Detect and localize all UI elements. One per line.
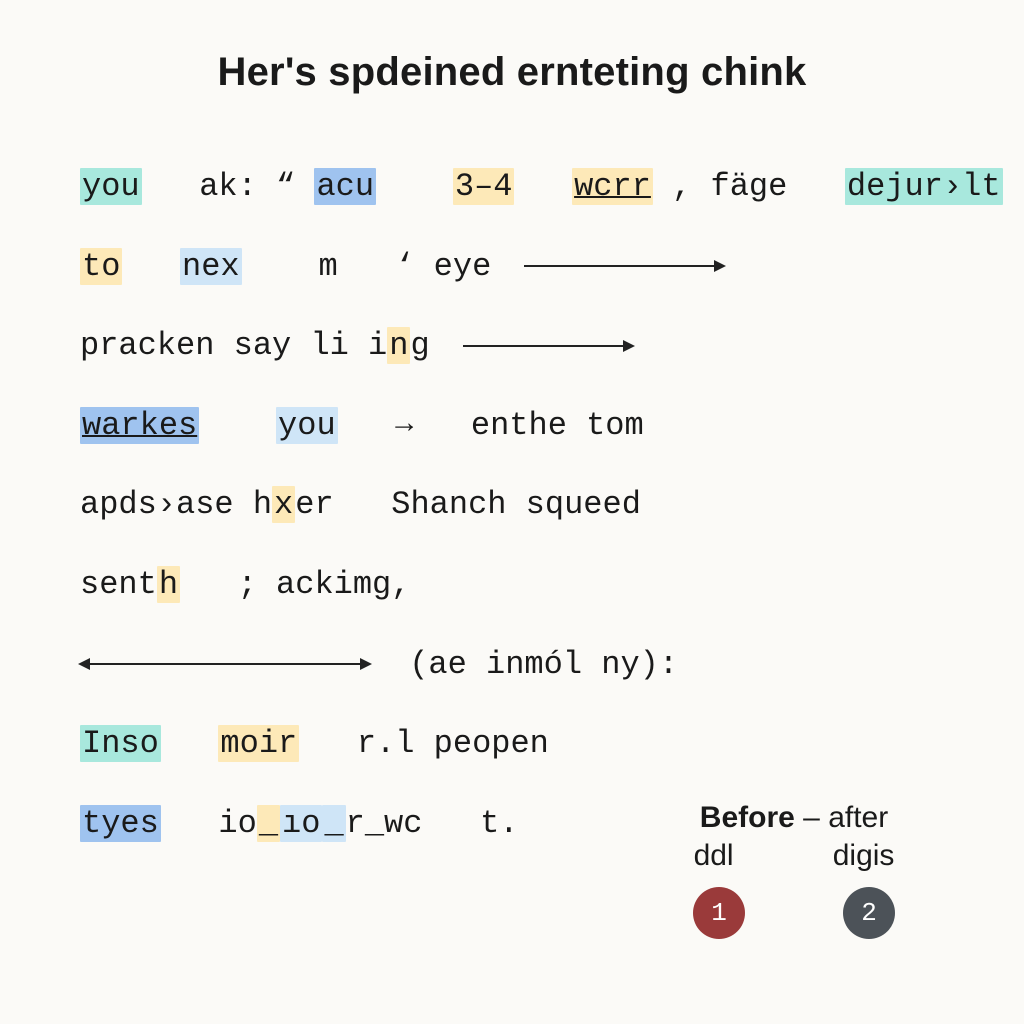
semicolon: ; <box>238 566 257 603</box>
arrow-right-icon <box>463 345 633 347</box>
u2: _ <box>322 805 345 842</box>
legend-after: after <box>828 801 888 834</box>
dot-2: 2 <box>843 887 895 939</box>
line-3: pracken say li ing <box>80 309 944 383</box>
word <box>161 168 180 205</box>
word-wc: wc <box>384 805 422 842</box>
quote-open: “ <box>276 168 295 205</box>
legend-before: Before <box>700 801 795 834</box>
arrow-right-icon <box>524 265 724 267</box>
word-you2: you <box>276 407 338 444</box>
legend-title: Before – after <box>644 801 944 835</box>
word-acu: acu <box>314 168 376 205</box>
hl-n: n <box>387 327 410 364</box>
line-4: warkes you → enthe tom <box>80 389 944 463</box>
word-warkes: warkes <box>80 407 199 444</box>
line-5: apds›ase hxer Shanch squeed <box>80 468 944 542</box>
word-apdsase: apds›ase h <box>80 486 272 523</box>
arrow-bidir-icon <box>80 663 370 665</box>
u1: _ <box>257 805 280 842</box>
line-2: to nex m ‘ eye <box>80 230 944 304</box>
text-body: you ak: “ acu 3–4 wcrr , fäge dejur›lt ”… <box>80 150 944 860</box>
line-8: Inso moir r.l peopen <box>80 707 944 781</box>
word-shanch: Shanch squeed <box>391 486 641 523</box>
word-pracken: pracken say li i <box>80 327 387 364</box>
word-you: you <box>80 168 142 205</box>
word-eye: eye <box>434 248 492 285</box>
legend-left: ddl <box>694 839 734 873</box>
word-g: g <box>410 327 429 364</box>
page-title: Her's spdeined ernteting chink <box>80 50 944 95</box>
paren-text: (ae inmól ny): <box>409 646 678 683</box>
word-rl: r.l peopen <box>357 725 549 762</box>
legend-dash: – <box>803 801 820 834</box>
line-1: you ak: “ acu 3–4 wcrr , fäge dejur›lt ” <box>80 150 944 224</box>
word-nex: nex <box>180 248 242 285</box>
word-t: t. <box>480 805 518 842</box>
line-7: (ae inmól ny): <box>80 628 944 702</box>
dot-1: 1 <box>693 887 745 939</box>
word-m: m <box>318 248 337 285</box>
line-6: senth ; ackimg, <box>80 548 944 622</box>
legend-box: Before – after ddl digis 1 2 <box>644 801 944 939</box>
word-tyes: tyes <box>80 805 161 842</box>
word-r: r <box>346 805 365 842</box>
word-dejult: dejur›lt <box>845 168 1003 205</box>
word-moir: moir <box>218 725 299 762</box>
word-34: 3–4 <box>453 168 515 205</box>
word-io: io <box>218 805 256 842</box>
u3: _ <box>365 805 384 842</box>
hl-x: x <box>272 486 295 523</box>
hl-h: h <box>157 566 180 603</box>
word-sent: sent <box>80 566 157 603</box>
word-ackimg: ackimg, <box>276 566 410 603</box>
word-fage: , fäge <box>672 168 787 205</box>
word-inso: Inso <box>80 725 161 762</box>
word-ak: ak: <box>199 168 257 205</box>
word-io2: ıo <box>280 805 322 842</box>
quote-single: ‘ <box>395 248 414 285</box>
word-to: to <box>80 248 122 285</box>
arrow-right-short-icon: → <box>395 408 413 442</box>
legend-right: digis <box>833 839 895 873</box>
word-enthe: enthe tom <box>471 407 644 444</box>
word-er: er <box>295 486 333 523</box>
word-wcrr: wcrr <box>572 168 653 205</box>
